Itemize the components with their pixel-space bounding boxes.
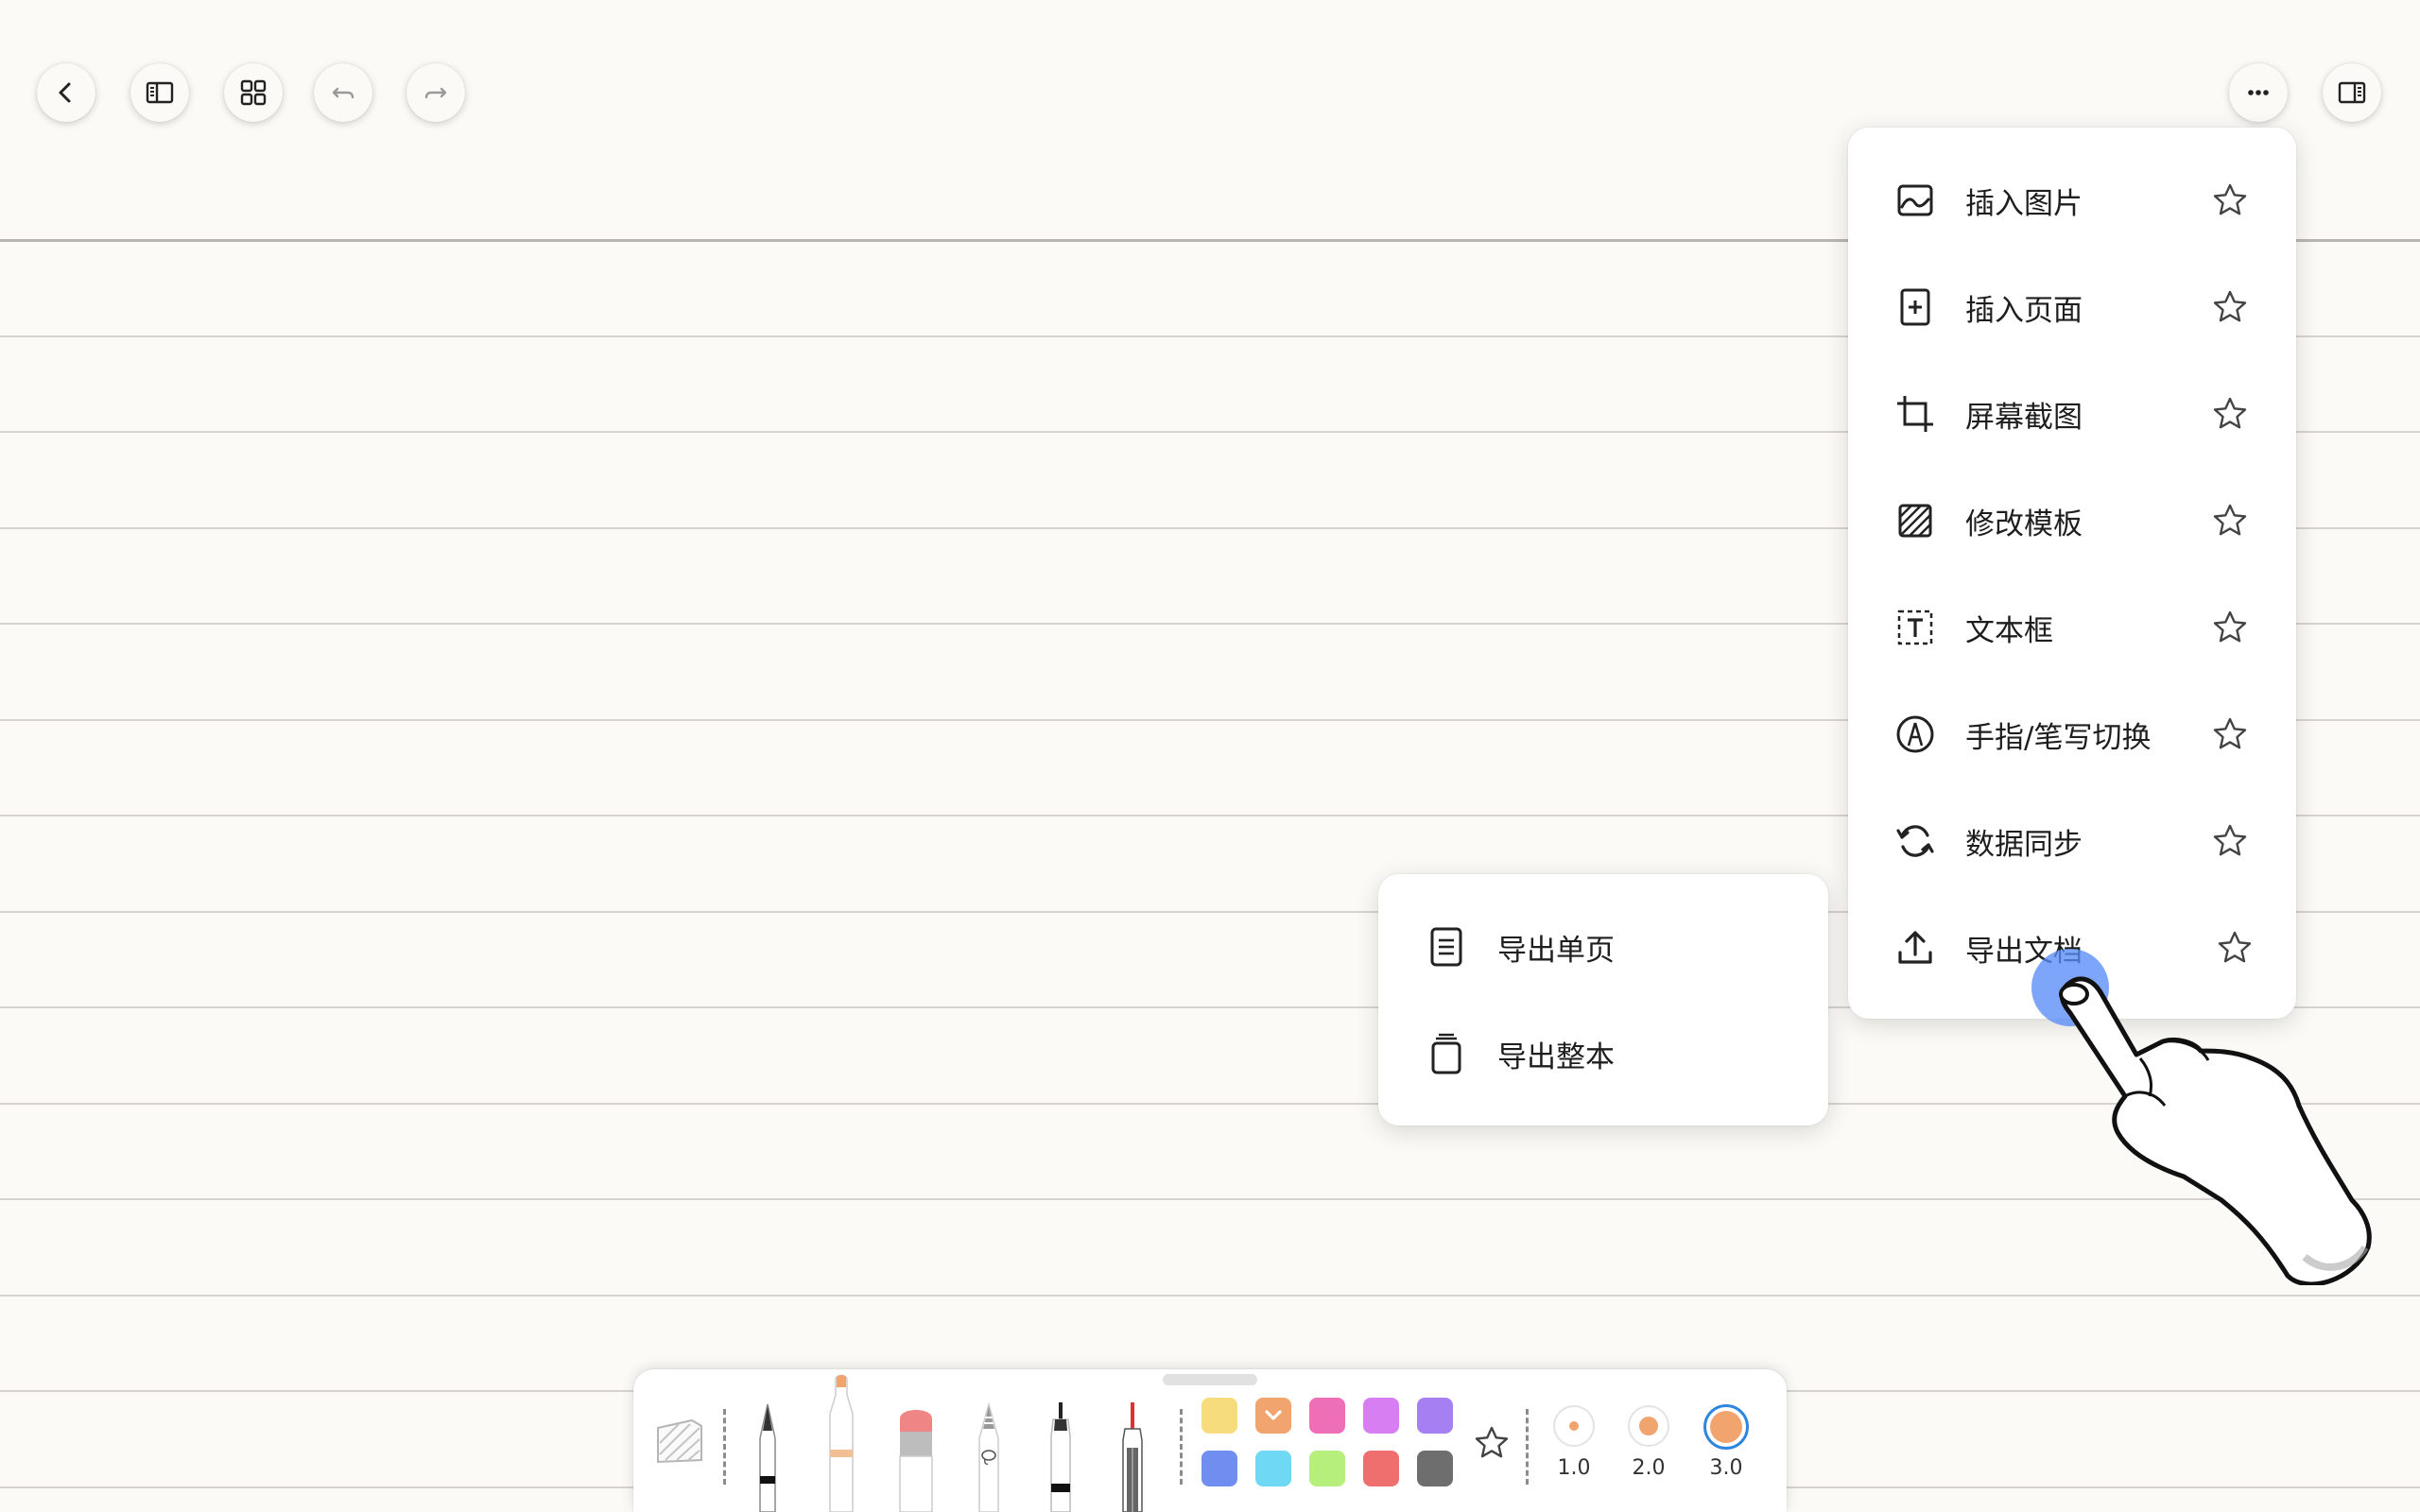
menu-item-finger-pen-switch[interactable]: 手指/笔写切换 — [1848, 687, 2296, 782]
star-icon[interactable] — [2211, 609, 2249, 646]
export-single-page-label: 导出单页 — [1497, 933, 1615, 968]
undo-icon — [332, 87, 354, 99]
eraser-tool[interactable] — [892, 1403, 940, 1512]
export-submenu: 导出单页 导出整本 — [1378, 874, 1828, 1125]
menu-item-edit-template[interactable]: 修改模板 — [1848, 473, 2296, 568]
menu-item-insert-page[interactable]: 插入页面 — [1848, 260, 2296, 354]
drawing-toolbar: 1.0 2.0 3.0 — [633, 1369, 1787, 1512]
menu-item-screenshot[interactable]: 屏幕截图 — [1848, 367, 2296, 461]
color-swatch-magenta[interactable] — [1363, 1398, 1399, 1434]
export-single-page-item[interactable]: 导出单页 — [1378, 900, 1828, 994]
color-swatch-purple[interactable] — [1417, 1398, 1453, 1434]
menu-item-label: 文本框 — [1965, 613, 2053, 648]
color-swatch-pink[interactable] — [1309, 1398, 1345, 1434]
back-button[interactable] — [37, 63, 95, 122]
star-icon[interactable] — [2211, 181, 2249, 219]
size-label: 2.0 — [1632, 1456, 1666, 1480]
star-icon[interactable] — [2211, 288, 2249, 326]
sidebar-panel-icon — [146, 81, 174, 104]
pen-nib-icon — [1895, 714, 1935, 754]
menu-item-label: 插入页面 — [1965, 293, 2083, 328]
toolbar-drag-handle[interactable] — [1163, 1374, 1257, 1385]
image-icon — [1895, 180, 1935, 220]
size-option-3-selected[interactable] — [1703, 1404, 1749, 1450]
star-icon[interactable] — [2211, 502, 2249, 540]
size-label: 3.0 — [1709, 1456, 1743, 1480]
size-dot-large — [1710, 1411, 1742, 1443]
favorite-star-icon[interactable] — [1473, 1424, 1511, 1462]
color-swatch-lime[interactable] — [1309, 1451, 1345, 1486]
color-swatch-red[interactable] — [1363, 1451, 1399, 1486]
ruled-line — [0, 1295, 2420, 1297]
menu-item-label: 数据同步 — [1965, 827, 2083, 862]
hatch-template-icon[interactable] — [654, 1415, 705, 1468]
toolbar-divider — [1180, 1409, 1183, 1485]
right-panel-icon — [2338, 81, 2366, 104]
size-label: 1.0 — [1557, 1456, 1591, 1480]
color-swatch-cyan[interactable] — [1255, 1451, 1291, 1486]
undo-button[interactable] — [314, 63, 372, 122]
text-box-icon — [1895, 608, 1935, 647]
color-swatch-orange-selected[interactable] — [1255, 1398, 1291, 1434]
laser-pointer-tool[interactable] — [1112, 1399, 1153, 1512]
fountain-pen-tool[interactable] — [747, 1400, 788, 1512]
color-swatch-yellow[interactable] — [1201, 1398, 1237, 1434]
template-icon — [1895, 501, 1935, 541]
star-icon[interactable] — [2211, 822, 2249, 860]
highlighter-tool[interactable] — [821, 1372, 862, 1512]
size-option-1[interactable] — [1553, 1405, 1595, 1447]
menu-item-label: 修改模板 — [1965, 507, 2083, 541]
grid-view-icon — [240, 79, 267, 106]
toolbar-divider — [723, 1409, 726, 1485]
more-options-menu: 插入图片 插入页面 屏幕截图 修改模板 文本框 手指/笔写切换 数据同步 导出文… — [1848, 128, 2296, 1019]
more-dots-icon — [2248, 90, 2269, 95]
add-page-icon — [1895, 287, 1935, 327]
size-dot-small — [1569, 1421, 1579, 1431]
right-panel-button[interactable] — [2323, 63, 2381, 122]
export-whole-book-label: 导出整本 — [1497, 1040, 1615, 1074]
menu-item-label: 手指/笔写切换 — [1965, 720, 2152, 755]
sync-icon — [1895, 821, 1935, 861]
crop-icon — [1895, 394, 1935, 434]
color-swatch-blue[interactable] — [1201, 1451, 1237, 1486]
more-options-button[interactable] — [2229, 63, 2288, 122]
size-dot-medium — [1639, 1417, 1658, 1435]
export-whole-book-item[interactable]: 导出整本 — [1378, 1006, 1828, 1101]
menu-item-label: 屏幕截图 — [1965, 400, 2083, 435]
star-icon[interactable] — [2211, 395, 2249, 433]
redo-button[interactable] — [406, 63, 465, 122]
sidebar-toggle-button[interactable] — [130, 63, 189, 122]
star-icon[interactable] — [2211, 715, 2249, 753]
menu-item-label: 插入图片 — [1965, 186, 2083, 221]
checkmark-chevron-icon — [1265, 1410, 1282, 1420]
grid-view-button[interactable] — [224, 63, 283, 122]
toolbar-divider — [1526, 1409, 1529, 1485]
menu-item-text-box[interactable]: 文本框 — [1848, 580, 2296, 675]
size-option-2[interactable] — [1628, 1405, 1669, 1447]
marker-pen-tool[interactable] — [1040, 1399, 1081, 1512]
upload-icon — [1895, 928, 1935, 968]
whole-book-icon — [1427, 1033, 1465, 1074]
pointing-hand-icon — [2059, 976, 2372, 1285]
chevron-left-icon — [59, 82, 71, 103]
menu-item-data-sync[interactable]: 数据同步 — [1848, 794, 2296, 888]
color-swatch-gray[interactable] — [1417, 1451, 1453, 1486]
lasso-pencil-tool[interactable] — [968, 1400, 1010, 1512]
menu-item-insert-image[interactable]: 插入图片 — [1848, 153, 2296, 248]
single-page-icon — [1427, 926, 1465, 968]
star-icon[interactable] — [2216, 929, 2254, 967]
redo-icon — [424, 87, 447, 99]
